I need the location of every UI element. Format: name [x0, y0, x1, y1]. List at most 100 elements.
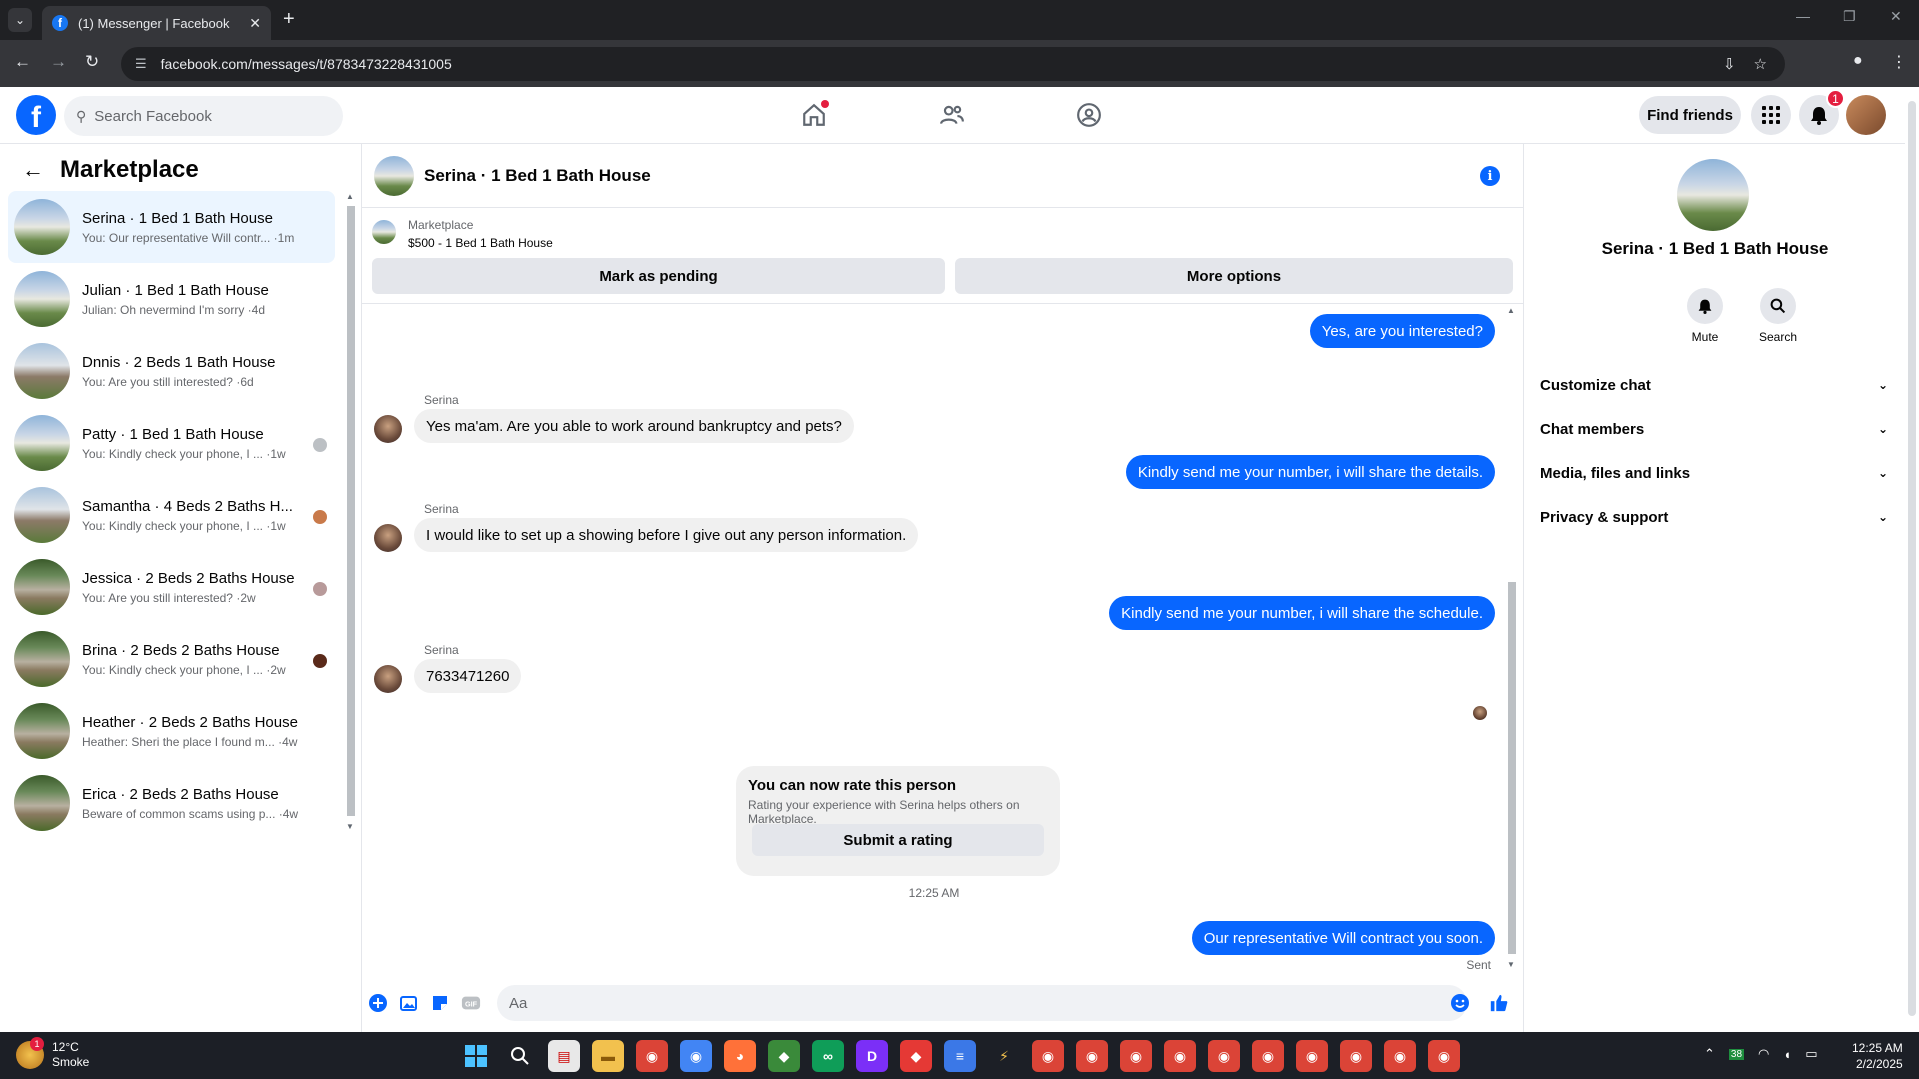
scroll-down-icon[interactable]: ▼	[346, 822, 354, 831]
back-arrow-icon[interactable]: ←	[22, 157, 44, 183]
chevron-up-icon[interactable]: ⌃	[1704, 1046, 1715, 1062]
like-thumbs-up-icon[interactable]	[1489, 993, 1509, 1013]
conversation-item[interactable]: Samantha · 4 Beds 2 Baths H... You: Kindl…	[8, 479, 335, 551]
file-explorer-icon[interactable]: ▬	[592, 1040, 624, 1072]
chrome-icon[interactable]: ◉	[680, 1040, 712, 1072]
task-view-icon[interactable]: ▤	[548, 1040, 580, 1072]
find-friends-button[interactable]: Find friends	[1639, 96, 1741, 134]
firefox-icon[interactable]: ◕	[724, 1040, 756, 1072]
sticker-icon[interactable]	[430, 993, 450, 1013]
notepad-icon[interactable]: ≡	[944, 1040, 976, 1072]
power-automate-icon[interactable]: ⚡	[988, 1040, 1020, 1072]
new-tab-button[interactable]: +	[283, 8, 295, 31]
facebook-search-input[interactable]: ⚲ Search Facebook	[64, 96, 343, 136]
chrome-profile-icon[interactable]: ◉	[1252, 1040, 1284, 1072]
outgoing-message[interactable]: Yes, are you interested?	[1309, 314, 1495, 348]
sender-avatar[interactable]	[374, 524, 402, 552]
back-arrow-icon[interactable]: ←	[14, 52, 31, 72]
plus-circle-icon[interactable]	[368, 993, 388, 1013]
minimize-button[interactable]: —	[1796, 8, 1810, 24]
friends-icon[interactable]	[938, 101, 966, 129]
groups-icon[interactable]	[1075, 101, 1103, 129]
mark-as-pending-button[interactable]: Mark as pending	[372, 258, 945, 294]
incoming-message[interactable]: I would like to set up a showing before …	[414, 518, 919, 552]
weather-widget[interactable]: 1 12°C Smoke	[16, 1037, 89, 1070]
listing-detail[interactable]: $500 - 1 Bed 1 Bath House	[408, 236, 553, 250]
chrome-profile-icon[interactable]: ◉	[1120, 1040, 1152, 1072]
browser-tab[interactable]: f (1) Messenger | Facebook ✕	[42, 6, 271, 40]
media-files-links-section[interactable]: Media, files and links ⌄	[1540, 455, 1888, 491]
chrome-profile-icon[interactable]: ◉	[1296, 1040, 1328, 1072]
emoji-icon[interactable]	[1450, 993, 1470, 1013]
bookmark-star-icon[interactable]: ☆	[1754, 55, 1767, 73]
submit-rating-button[interactable]: Submit a rating	[752, 824, 1044, 856]
close-window-button[interactable]: ✕	[1890, 8, 1902, 25]
chrome-menu-icon[interactable]: ⋮	[1891, 52, 1907, 72]
conversation-item[interactable]: Patty · 1 Bed 1 Bath House You: Kindly ch…	[8, 407, 335, 479]
chrome-profile-icon[interactable]: ◉	[1208, 1040, 1240, 1072]
listing-thumbnail[interactable]	[372, 220, 396, 244]
gif-icon[interactable]: GIF	[461, 993, 481, 1013]
scrollbar-thumb[interactable]	[1908, 101, 1916, 1016]
scroll-down-icon[interactable]: ▼	[1507, 960, 1515, 969]
profile-avatar[interactable]	[1677, 159, 1749, 231]
outgoing-message[interactable]: Our representative Will contract you soo…	[1191, 921, 1495, 955]
site-settings-icon[interactable]: ☰	[135, 56, 147, 72]
outgoing-message[interactable]: Kindly send me your number, i will share…	[1125, 455, 1495, 489]
incoming-message[interactable]: 7633471260	[414, 659, 522, 693]
wifi-icon[interactable]: ◠	[1758, 1046, 1769, 1062]
photo-icon[interactable]	[399, 993, 419, 1013]
conversation-item[interactable]: Erica · 2 Beds 2 Baths House Beware of co…	[8, 767, 335, 839]
battery-icon[interactable]: ▭	[1805, 1046, 1817, 1062]
tray-app-badge[interactable]: 38	[1728, 1048, 1745, 1060]
chrome-profile-icon[interactable]: ◉	[1428, 1040, 1460, 1072]
system-clock[interactable]: 12:25 AM 2/2/2025	[1852, 1040, 1903, 1072]
bluestacks-icon[interactable]: ◆	[768, 1040, 800, 1072]
chat-members-section[interactable]: Chat members ⌄	[1540, 411, 1888, 447]
app-icon[interactable]: D	[856, 1040, 888, 1072]
profile-icon[interactable]: ●	[1853, 52, 1863, 70]
scrollbar-thumb[interactable]	[1508, 582, 1516, 954]
info-icon[interactable]: i	[1480, 166, 1500, 186]
start-windows-icon[interactable]	[460, 1040, 492, 1072]
chat-title[interactable]: Serina · 1 Bed 1 Bath House	[424, 166, 651, 186]
conversation-item[interactable]: Dnnis · 2 Beds 1 Bath House You: Are you …	[8, 335, 335, 407]
account-avatar[interactable]	[1846, 95, 1886, 135]
reload-icon[interactable]: ↻	[85, 52, 99, 72]
scrollbar-thumb[interactable]	[347, 206, 355, 816]
chat-avatar[interactable]	[374, 156, 414, 196]
forward-arrow-icon[interactable]: →	[50, 52, 67, 72]
conversation-item[interactable]: Julian · 1 Bed 1 Bath House Julian: Oh ne…	[8, 263, 335, 335]
conversation-item[interactable]: Jessica · 2 Beds 2 Baths House You: Are y…	[8, 551, 335, 623]
sender-avatar[interactable]	[374, 665, 402, 693]
app-icon[interactable]: ◆	[900, 1040, 932, 1072]
message-input[interactable]: Aa	[497, 985, 1467, 1021]
conversation-item[interactable]: Heather · 2 Beds 2 Baths House Heather: S…	[8, 695, 335, 767]
app-icon[interactable]: ∞	[812, 1040, 844, 1072]
conversations-scrollbar[interactable]: ▲ ▼	[345, 192, 357, 832]
chrome-profile-icon[interactable]: ◉	[1076, 1040, 1108, 1072]
url-text[interactable]: facebook.com/messages/t/8783473228431005	[161, 56, 1723, 72]
more-options-button[interactable]: More options	[955, 258, 1513, 294]
scroll-up-icon[interactable]: ▲	[346, 192, 354, 201]
tab-search-dropdown[interactable]: ⌄	[8, 8, 32, 32]
facebook-logo-icon[interactable]: f	[16, 95, 56, 135]
conversation-item[interactable]: Brina · 2 Beds 2 Baths House You: Kindly …	[8, 623, 335, 695]
chrome-profile-icon[interactable]: ◉	[1340, 1040, 1372, 1072]
chrome-icon[interactable]: ◉	[636, 1040, 668, 1072]
menu-grid-icon[interactable]	[1751, 95, 1791, 135]
search-icon[interactable]	[504, 1040, 536, 1072]
customize-chat-section[interactable]: Customize chat ⌄	[1540, 367, 1888, 403]
conversation-item[interactable]: Serina · 1 Bed 1 Bath House You: Our repr…	[8, 191, 335, 263]
chrome-icon[interactable]: ◉	[1032, 1040, 1064, 1072]
chrome-profile-icon[interactable]: ◉	[1164, 1040, 1196, 1072]
search-icon[interactable]	[1760, 288, 1796, 324]
restore-button[interactable]: ❐	[1843, 8, 1856, 25]
volume-icon[interactable]: ◖	[1783, 1047, 1791, 1062]
outgoing-message[interactable]: Kindly send me your number, i will share…	[1109, 596, 1495, 630]
scroll-up-icon[interactable]: ▲	[1507, 306, 1515, 315]
search-action[interactable]: Search	[1748, 288, 1808, 344]
incoming-message[interactable]: Yes ma'am. Are you able to work around b…	[414, 409, 854, 443]
page-scrollbar[interactable]	[1905, 87, 1919, 1032]
privacy-support-section[interactable]: Privacy & support ⌄	[1540, 499, 1888, 535]
